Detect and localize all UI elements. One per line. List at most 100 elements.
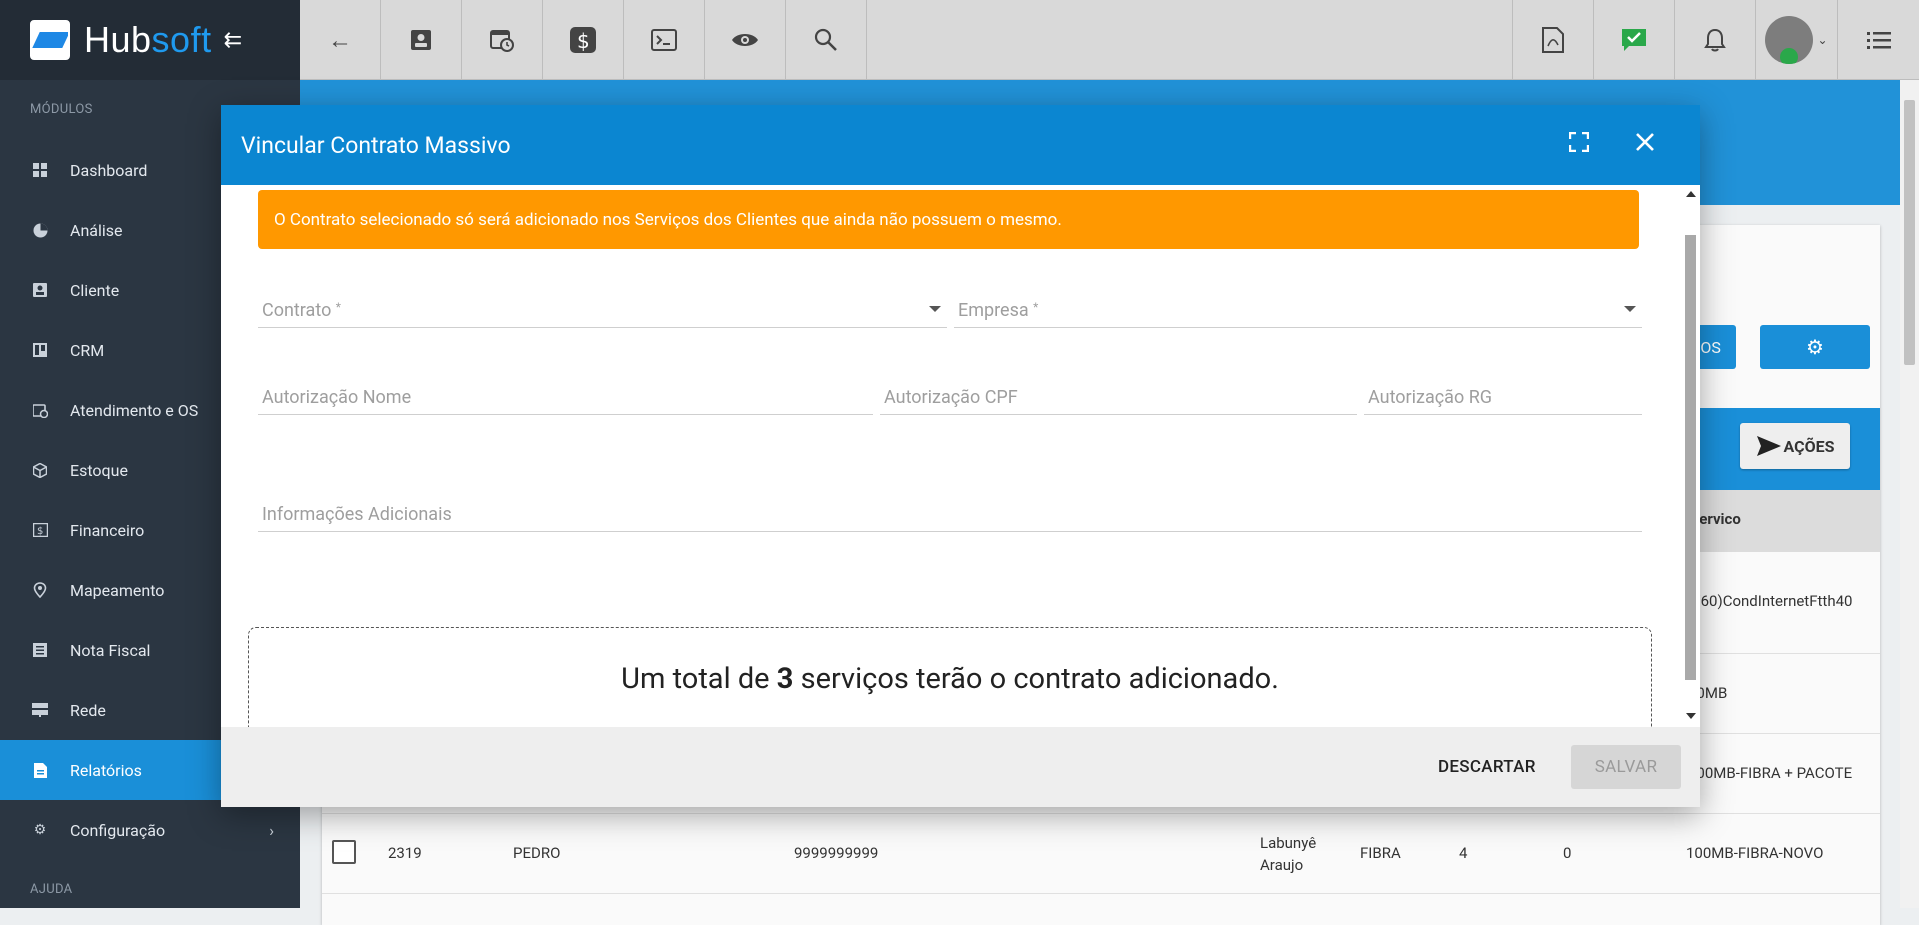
user-menu[interactable]: ⌄ (1756, 0, 1838, 79)
informacoes-adicionais-label: Informações Adicionais (262, 504, 452, 525)
cell-servico: 0/60)CondInternetFtth40 (1686, 592, 1853, 610)
box-icon (32, 462, 48, 478)
notifications-button[interactable] (1675, 0, 1756, 80)
collapse-menu-icon[interactable]: ⇇ (224, 28, 242, 53)
finance-button[interactable]: $ (543, 0, 624, 80)
search-icon (814, 28, 837, 51)
sidebar-item-label: Dashboard (70, 160, 148, 180)
menu-list-button[interactable] (1838, 0, 1919, 80)
row-checkbox[interactable] (332, 840, 356, 864)
sidebar-item-label: Configuração (70, 820, 166, 840)
cell-id: 2319 (388, 844, 422, 862)
calendar-button[interactable] (462, 0, 543, 80)
contact-card-icon (32, 282, 48, 298)
cell-documento: 9999999999 (794, 844, 879, 862)
calendar-clock-icon (32, 402, 48, 418)
map-pin-icon (32, 582, 48, 598)
invoice-icon (32, 642, 48, 658)
contrato-label-text: Contrato (262, 300, 332, 321)
back-button[interactable]: ← (300, 0, 381, 80)
eye-icon (732, 34, 758, 46)
kanban-icon (32, 342, 48, 358)
required-mark: * (1033, 300, 1039, 314)
autorizacao-rg-label: Autorização RG (1368, 387, 1493, 408)
money-icon: $ (32, 522, 48, 538)
gear-icon: ⚙ (1806, 335, 1824, 359)
discard-button[interactable]: DESCARTAR (1438, 757, 1536, 777)
total-prefix: Um total de (621, 662, 770, 696)
svg-text:$: $ (37, 526, 43, 537)
avatar (1765, 15, 1814, 64)
sidebar-item-label: Cliente (70, 280, 120, 300)
scroll-down-icon[interactable] (1686, 713, 1696, 719)
empresa-label: Empresa * (958, 300, 1038, 321)
chat-check-button[interactable] (1594, 0, 1675, 80)
acoes-button[interactable]: AÇÕES (1740, 423, 1850, 469)
cell-servico: 100MB-FIBRA + PACOTE (1688, 764, 1853, 782)
caret-down-icon (1624, 306, 1636, 312)
brand-name: Hubsoft (84, 19, 212, 61)
caret-down-icon (929, 306, 941, 312)
sidebar-item-label: Análise (70, 220, 123, 240)
autorizacao-nome-label: Autorização Nome (262, 387, 412, 408)
send-icon (1756, 436, 1781, 456)
save-button[interactable]: SALVAR (1571, 745, 1681, 789)
section-label-help: AJUDA (30, 882, 73, 897)
fullscreen-icon[interactable] (1568, 129, 1590, 159)
autorizacao-cpf-field[interactable]: Autorização CPF (880, 379, 1357, 415)
dialog-body: O Contrato selecionado só será adicionad… (221, 185, 1700, 727)
brand-name-part1: Hub (84, 19, 152, 60)
pdf-button[interactable] (1513, 0, 1594, 80)
cell-quantidade: 4 (1459, 844, 1468, 862)
sidebar-item-label: Estoque (70, 460, 128, 480)
sidebar-item-label: Rede (70, 700, 106, 720)
dialog-scrollbar[interactable] (1681, 185, 1700, 727)
scroll-up-icon[interactable] (1686, 191, 1696, 197)
gear-icon: ⚙ (33, 822, 47, 838)
contrato-select[interactable]: Contrato * (258, 292, 947, 328)
sidebar-item-label: Nota Fiscal (70, 640, 151, 660)
chevron-down-icon: ⌄ (1817, 32, 1828, 47)
view-button[interactable] (705, 0, 786, 80)
dialog-header: Vincular Contrato Massivo (221, 105, 1700, 185)
empresa-select[interactable]: Empresa * (954, 292, 1642, 328)
calendar-clock-icon (490, 30, 514, 52)
arrow-left-icon: ← (328, 25, 352, 54)
server-icon (32, 702, 48, 718)
contact-button[interactable] (381, 0, 462, 80)
informacoes-adicionais-field[interactable]: Informações Adicionais (258, 496, 1642, 532)
total-summary-text: Um total de 3 serviços terão o contrato … (249, 662, 1651, 696)
sidebar-item-label: CRM (70, 340, 105, 360)
cell-servico: 100MB-FIBRA-NOVO (1686, 844, 1824, 862)
close-icon[interactable] (1635, 129, 1655, 159)
autorizacao-cpf-label: Autorização CPF (884, 387, 1018, 408)
dialog-title: Vincular Contrato Massivo (241, 131, 511, 159)
money-icon: $ (570, 27, 596, 53)
empresa-label-text: Empresa (958, 300, 1029, 321)
search-button[interactable] (786, 0, 867, 80)
acoes-label: AÇÕES (1783, 436, 1835, 456)
vincular-contrato-dialog: Vincular Contrato Massivo O Contrato sel… (221, 105, 1700, 807)
contact-card-icon (411, 30, 431, 50)
settings-button[interactable]: ⚙ (1760, 325, 1870, 369)
chat-check-icon (1622, 29, 1646, 51)
page-scrollbar-thumb[interactable] (1904, 100, 1915, 365)
chevron-right-icon: › (269, 820, 274, 840)
terminal-icon (651, 29, 677, 51)
brand: Hubsoft ⇇ (0, 0, 300, 80)
dialog-scrollbar-thumb[interactable] (1685, 235, 1696, 680)
autorizacao-nome-field[interactable]: Autorização Nome (258, 379, 873, 415)
dashboard-icon (32, 162, 48, 178)
cell-nome: PEDRO (513, 844, 561, 862)
autorizacao-rg-field[interactable]: Autorização RG (1364, 379, 1642, 415)
cell-tipo: FIBRA (1360, 844, 1401, 862)
pie-chart-icon (32, 222, 48, 238)
terminal-button[interactable] (624, 0, 705, 80)
contrato-label: Contrato * (262, 300, 341, 321)
brand-name-part2: soft (151, 19, 212, 60)
sidebar-item-label: Relatórios (70, 760, 142, 780)
cell-cidade: Labunyê Araujo (1260, 834, 1317, 874)
warning-alert: O Contrato selecionado só será adicionad… (258, 190, 1639, 249)
table-row[interactable]: 2319 PEDRO 9999999999 Labunyê Araujo FIB… (322, 814, 1880, 894)
sidebar-item-configuracao[interactable]: ⚙ Configuração › (0, 800, 300, 860)
